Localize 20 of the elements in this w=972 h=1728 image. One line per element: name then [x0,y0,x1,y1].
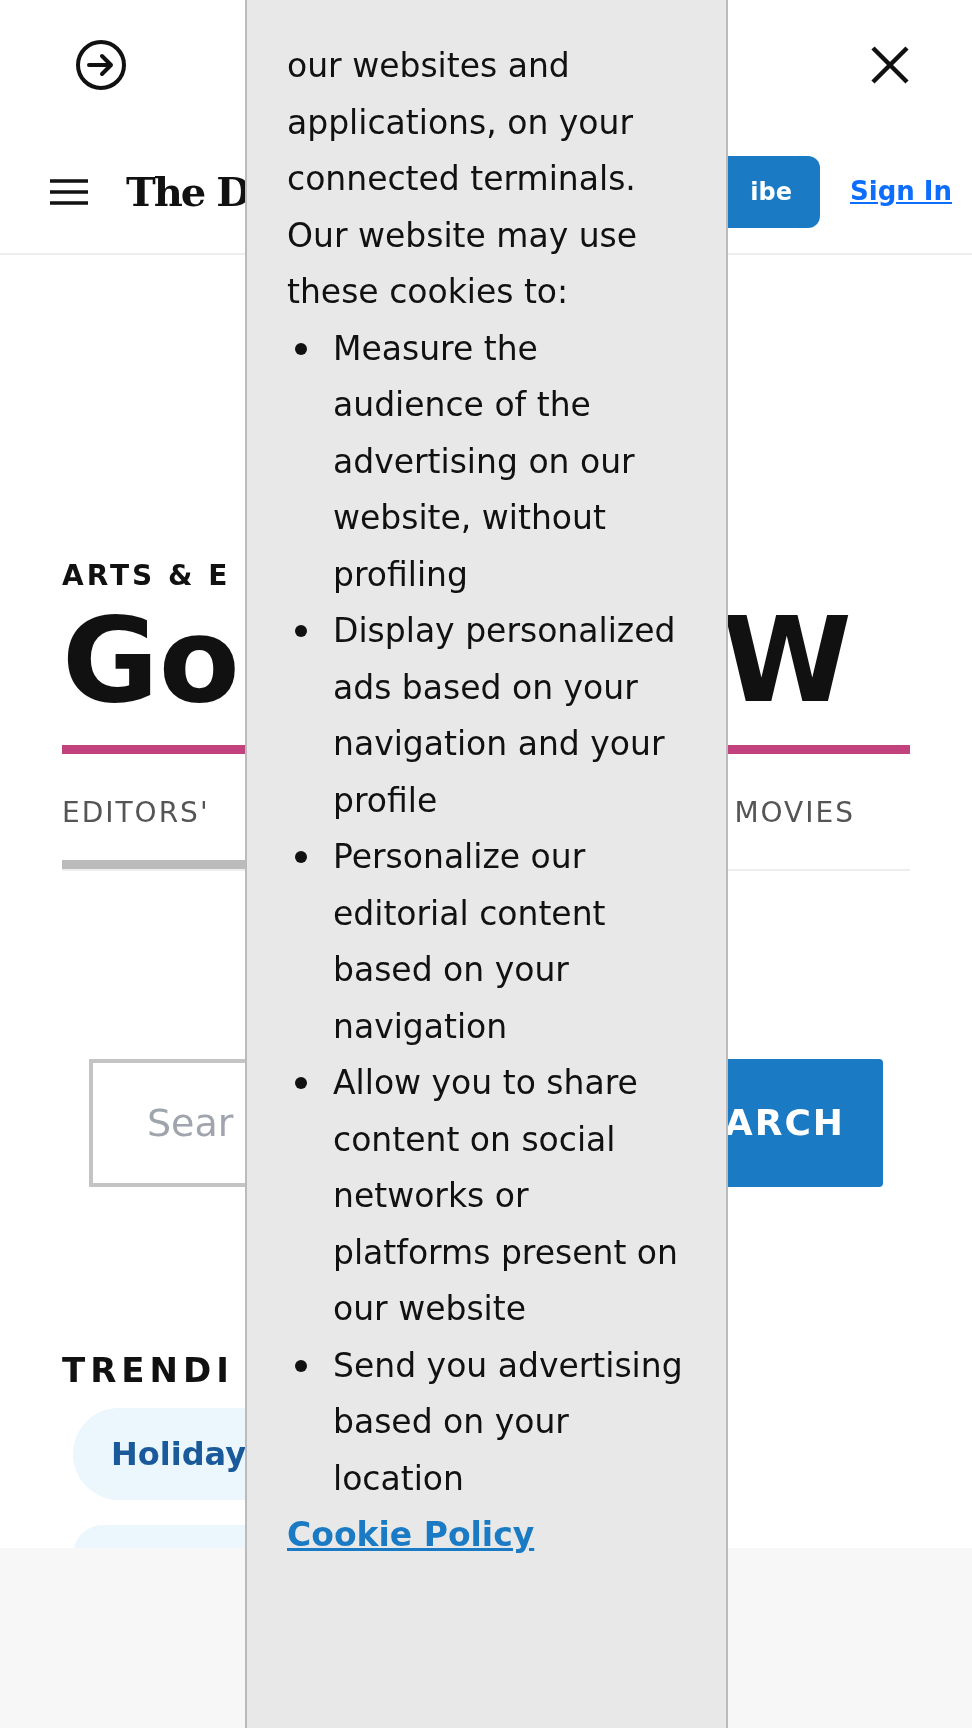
menu-icon[interactable] [50,178,88,205]
purpose-item: Measure the audience of the advertising on our website, without profiling [333,327,636,596]
purpose-item: Display personalized ads based on your navigation and your profile [333,610,677,822]
bullet-icon [295,1077,307,1089]
section-kicker: ARTS & E [62,558,231,594]
page-title: Go [62,601,240,719]
bullet-icon [295,625,307,637]
sign-in-link[interactable]: Sign In [850,172,952,211]
bullet-icon [295,851,307,863]
bullet-icon [295,1359,307,1372]
cookie-policy-link[interactable]: Cookie Policy [287,1515,535,1554]
consent-paragraph: Our website may use these cookies to: [287,214,639,313]
bullet-icon [295,342,307,355]
consent-paragraph: our websites and applications, on your connected terminals. [287,45,637,200]
purpose-item: Personalize our editorial content based on your navigation [333,836,607,1048]
close-icon[interactable] [870,45,910,85]
trending-heading: TRENDI [62,1349,234,1392]
tab[interactable]: MOVIES [734,792,855,869]
page-title: W [721,601,852,719]
arrow-circle-icon[interactable] [75,39,127,91]
